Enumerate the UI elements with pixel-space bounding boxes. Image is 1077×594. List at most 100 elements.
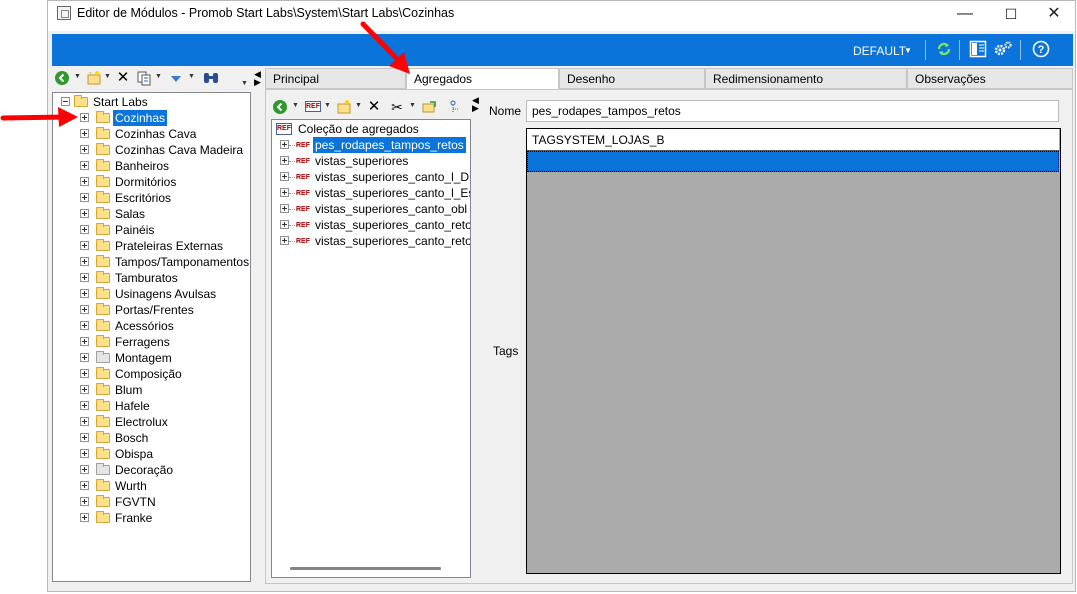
folder-icon [96,255,110,267]
tab-redimensionamento[interactable]: Redimensionamento [705,68,907,89]
aggregate-item[interactable]: REF vistas_superiores_canto_reto_e [280,233,470,249]
delete-icon[interactable]: ✕ [116,70,130,86]
folder-icon [96,175,110,187]
expand-icon[interactable] [80,513,89,522]
expand-icon[interactable] [280,140,289,149]
back-icon[interactable] [54,70,70,86]
chevron-down-icon[interactable]: ▼ [355,102,362,109]
expand-icon[interactable] [80,305,89,314]
expand-icon[interactable] [80,369,89,378]
expand-icon[interactable] [80,401,89,410]
expand-icon[interactable] [80,225,89,234]
expand-icon[interactable] [80,209,89,218]
aggregate-item-label: vistas_superiores_canto_l_Dir [315,170,470,184]
tab-observacoes[interactable]: Observações [907,68,1073,89]
expand-icon[interactable] [80,145,89,154]
expand-icon[interactable] [80,321,89,330]
import-icon[interactable] [421,99,437,115]
expand-icon[interactable] [80,353,89,362]
expand-icon[interactable] [80,257,89,266]
expand-icon[interactable] [80,113,89,122]
expand-icon[interactable] [80,161,89,170]
binoculars-search-icon[interactable] [202,70,220,86]
horizontal-scrollbar[interactable] [290,567,441,570]
expand-icon[interactable] [80,337,89,346]
aggregate-item[interactable]: REF pes_rodapes_tampos_retos [280,137,470,153]
expand-icon[interactable] [280,220,289,229]
panel-layout-icon[interactable] [968,40,988,60]
aggregate-item[interactable]: REF vistas_superiores_canto_obl [280,201,470,217]
expand-icon[interactable] [280,188,289,197]
chevron-down-icon[interactable]: ▼ [104,73,111,80]
tree-item-label: Prateleiras Externas [115,239,224,253]
aggregate-item[interactable]: REF vistas_superiores [280,153,470,169]
expand-icon[interactable] [80,417,89,426]
aggregates-tree[interactable]: REF Coleção de agregados REF pes_rodapes_… [271,119,471,578]
cut-scissors-icon[interactable]: ✂ [390,99,404,115]
toolbar-overflow-icon[interactable]: ▼ [241,80,248,87]
profile-dropdown[interactable]: DEFAULT [853,44,906,58]
reference-icon[interactable]: REF [305,101,321,112]
close-button[interactable]: ✕ [1031,1,1077,29]
tree-item-label: Hafele [115,399,150,413]
new-folder-icon[interactable] [86,70,102,86]
maximize-button[interactable]: ☐ [988,1,1034,29]
expand-icon[interactable] [280,204,289,213]
tab-desenho[interactable]: Desenho [559,68,705,89]
aggregate-item[interactable]: REF vistas_superiores_canto_l_Dir [280,169,470,185]
expand-icon[interactable] [80,449,89,458]
tags-grid[interactable] [526,128,1061,574]
expand-icon[interactable] [80,273,89,282]
expand-icon[interactable] [80,177,89,186]
delete-icon[interactable]: ✕ [367,99,381,115]
expand-icon[interactable] [80,481,89,490]
chevron-down-icon[interactable]: ▼ [904,46,912,55]
expand-icon[interactable] [80,241,89,250]
folder-icon [96,415,110,427]
refresh-icon[interactable] [934,40,954,60]
chevron-down-icon[interactable]: ▼ [409,102,416,109]
module-library-tree[interactable]: Start Labs Cozinhas Cozinhas Cava Cozinhas… [52,92,251,582]
chevron-down-icon[interactable]: ▼ [188,73,195,80]
tree-item-label: Blum [115,383,143,397]
expand-icon[interactable] [80,129,89,138]
move-down-icon[interactable] [168,70,184,86]
tag-row-new-selected[interactable] [527,151,1059,172]
settings-gear-icon[interactable] [993,40,1013,60]
expand-icon[interactable] [280,172,289,181]
collapse-icon[interactable] [61,97,70,106]
expand-icon[interactable] [80,497,89,506]
splitter-right-arrow-icon[interactable]: ▶ [254,77,261,88]
reference-icon: REF [296,174,310,181]
chevron-down-icon[interactable]: ▼ [74,73,81,80]
back-icon[interactable] [272,99,288,115]
tree-item-label: Usinagens Avulsas [115,287,217,301]
help-icon[interactable]: ? [1031,40,1051,60]
expand-icon[interactable] [80,289,89,298]
chevron-down-icon[interactable]: ▼ [155,73,162,80]
minimize-button[interactable]: — [942,1,988,29]
copy-icon[interactable] [136,70,152,86]
nome-input[interactable]: pes_rodapes_tampos_retos [526,100,1059,122]
expand-icon[interactable] [80,193,89,202]
ref-glyph: REF [276,123,292,135]
expand-icon[interactable] [80,433,89,442]
splitter-right-arrow-icon[interactable]: ▶ [472,103,479,114]
tag-row[interactable]: TAGSYSTEM_LOJAS_B [527,129,1059,151]
expand-icon[interactable] [280,156,289,165]
folder-icon [96,111,110,123]
tree-settings-icon[interactable] [445,99,461,115]
tree-item-label: Electrolux [115,415,168,429]
aggregate-item[interactable]: REF vistas_superiores_canto_l_Esq [280,185,470,201]
new-item-icon[interactable] [336,99,352,115]
expand-icon[interactable] [280,236,289,245]
expand-icon[interactable] [80,385,89,394]
folder-icon [96,143,110,155]
chevron-down-icon[interactable]: ▼ [292,102,299,109]
tab-principal[interactable]: Principal [265,68,406,89]
chevron-down-icon[interactable]: ▼ [324,102,331,109]
folder-icon [96,159,110,171]
aggregate-item[interactable]: REF vistas_superiores_canto_reto_d [280,217,470,233]
expand-icon[interactable] [80,465,89,474]
tab-agregados[interactable]: Agregados [406,68,559,90]
